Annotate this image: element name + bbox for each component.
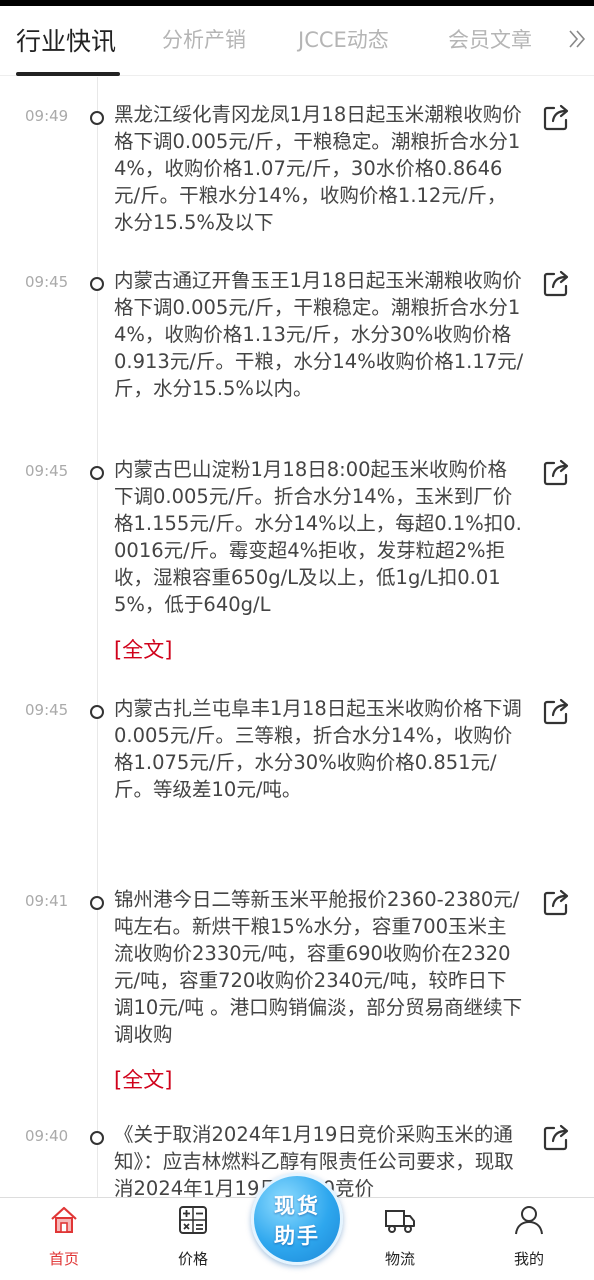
center-button-line1: 现货 bbox=[274, 1194, 320, 1218]
news-time: 09:41 bbox=[25, 892, 69, 910]
tab-member-articles[interactable]: 会员文章 bbox=[448, 24, 532, 54]
calculator-icon bbox=[179, 1206, 207, 1234]
news-text[interactable]: 内蒙古扎兰屯阜丰1月18日起玉米收购价格下调0.005元/斤。三等粮，折合水分1… bbox=[114, 695, 524, 803]
news-text[interactable]: 锦州港今日二等新玉米平舱报价2360-2380元/吨左右。新烘干粮15%水分，容… bbox=[114, 886, 524, 1048]
news-time: 09:49 bbox=[25, 107, 69, 125]
nav-price-label: 价格 bbox=[177, 1250, 208, 1268]
news-time: 09:45 bbox=[25, 462, 69, 480]
full-text-link[interactable]: [全文] bbox=[114, 1064, 172, 1094]
share-icon[interactable] bbox=[541, 888, 571, 918]
news-time: 09:45 bbox=[25, 701, 69, 719]
nav-home[interactable]: 首页 bbox=[24, 1198, 104, 1280]
center-button-line2: 助手 bbox=[274, 1224, 320, 1248]
news-text[interactable]: 内蒙古巴山淀粉1月18日8:00起玉米收购价格下调0.005元/斤。折合水分14… bbox=[114, 456, 524, 618]
double-chevron-right-icon[interactable] bbox=[566, 28, 588, 50]
nav-home-label: 首页 bbox=[48, 1250, 79, 1268]
home-icon bbox=[51, 1206, 77, 1233]
news-feed[interactable]: 09:49 黑龙江绥化青冈龙凤1月18日起玉米潮粮收购价格下调0.005元/斤，… bbox=[0, 77, 594, 1197]
tab-industry-news[interactable]: 行业快讯 bbox=[16, 22, 116, 58]
share-icon[interactable] bbox=[541, 697, 571, 727]
timeline-dot bbox=[90, 111, 104, 125]
active-tab-indicator bbox=[16, 72, 120, 76]
share-icon[interactable] bbox=[541, 1123, 571, 1153]
timeline-dot bbox=[90, 277, 104, 291]
timeline-line bbox=[97, 77, 98, 1197]
timeline-dot bbox=[90, 705, 104, 719]
user-icon bbox=[515, 1206, 543, 1235]
nav-logistics-label: 物流 bbox=[384, 1250, 415, 1268]
nav-mine-label: 我的 bbox=[513, 1250, 544, 1268]
timeline-dot bbox=[90, 1131, 104, 1145]
tab-jcce-news[interactable]: JCCE动态 bbox=[298, 24, 389, 54]
share-icon[interactable] bbox=[541, 103, 571, 133]
share-icon[interactable] bbox=[541, 458, 571, 488]
nav-logistics[interactable]: 物流 bbox=[360, 1198, 440, 1280]
truck-icon bbox=[385, 1210, 415, 1233]
nav-price[interactable]: 价格 bbox=[153, 1198, 233, 1280]
news-time: 09:40 bbox=[25, 1127, 69, 1145]
news-text[interactable]: 内蒙古通辽开鲁玉王1月18日起玉米潮粮收购价格下调0.005元/斤，干粮稳定。潮… bbox=[114, 267, 524, 402]
nav-mine[interactable]: 我的 bbox=[489, 1198, 569, 1280]
timeline-dot bbox=[90, 896, 104, 910]
timeline-dot bbox=[90, 466, 104, 480]
share-icon[interactable] bbox=[541, 269, 571, 299]
full-text-link[interactable]: [全文] bbox=[114, 634, 172, 664]
top-tab-bar: 行业快讯 分析产销 JCCE动态 会员文章 bbox=[0, 6, 594, 76]
spot-assistant-button[interactable]: 现货 助手 bbox=[251, 1173, 343, 1265]
news-time: 09:45 bbox=[25, 273, 69, 291]
tab-analysis[interactable]: 分析产销 bbox=[162, 24, 246, 54]
news-text[interactable]: 黑龙江绥化青冈龙凤1月18日起玉米潮粮收购价格下调0.005元/斤，干粮稳定。潮… bbox=[114, 101, 524, 236]
